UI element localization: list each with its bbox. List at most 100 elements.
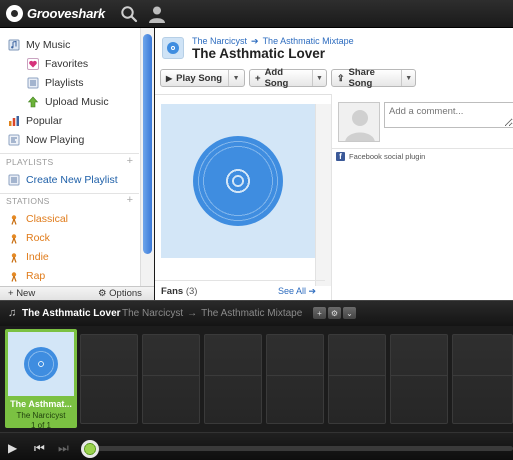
music-note-icon: ♫	[8, 307, 17, 319]
gear-icon: ⚙	[98, 288, 107, 299]
gear-icon[interactable]: ⚙	[328, 307, 341, 319]
queue: The Asthmat... The Narcicyst 1 of 1	[0, 326, 513, 432]
facebook-icon: f	[336, 152, 345, 161]
station-classical[interactable]: Classical	[8, 209, 68, 228]
share-icon: ⇪	[337, 72, 345, 83]
progress-bar[interactable]	[82, 446, 513, 451]
user-icon[interactable]	[147, 4, 167, 24]
now-playing-icon	[8, 134, 20, 145]
popular-chart-icon	[9, 115, 19, 126]
queue-empty-slot	[142, 334, 200, 424]
new-playlist-icon	[8, 174, 20, 185]
next-icon[interactable]: ⏭	[58, 441, 69, 456]
queue-empty-slot	[204, 334, 262, 424]
chevron-down-icon[interactable]: ⌄	[343, 307, 356, 319]
station-rap[interactable]: Rap	[8, 266, 45, 285]
progress-scrubber[interactable]	[81, 440, 99, 458]
now-playing-meta: The Narcicyst → The Asthmatic Mixtape	[122, 308, 302, 319]
add-song-button[interactable]: + Add Song ▼	[249, 67, 327, 89]
see-all-link[interactable]: See All ➔	[278, 286, 316, 297]
play-song-button[interactable]: ▶ Play Song ▼	[160, 69, 245, 87]
facebook-plugin[interactable]: f Facebook social plugin	[332, 148, 513, 164]
previous-icon[interactable]: ⏮	[34, 441, 45, 456]
playlist-icon	[27, 77, 39, 88]
radio-tower-icon	[11, 233, 17, 244]
options-label: Options	[109, 288, 142, 299]
sidebar-item-label: Favorites	[45, 57, 89, 70]
stations-heading: STATIONS	[6, 196, 50, 206]
music-library-icon	[8, 39, 20, 50]
sidebar-item-now-playing[interactable]: Now Playing	[8, 130, 84, 149]
now-playing-album[interactable]: The Asthmatic Mixtape	[201, 308, 302, 319]
play-icon[interactable]: ▶	[8, 441, 17, 455]
facebook-plugin-label: Facebook social plugin	[349, 152, 426, 161]
queue-empty-slot	[328, 334, 386, 424]
radio-tower-icon	[11, 214, 17, 225]
breadcrumb-artist-link[interactable]: The Narcicyst	[192, 36, 247, 46]
station-label: Rap	[26, 269, 46, 282]
queue-song-title: The Asthmat...	[10, 399, 72, 409]
arrow-icon: →	[187, 308, 198, 319]
fans-label: Fans	[161, 286, 184, 297]
comment-input[interactable]	[384, 102, 513, 128]
song-page: The Narcicyst ➔ The Asthmatic Mixtape The …	[155, 28, 513, 300]
queue-item-active[interactable]: The Asthmat... The Narcicyst 1 of 1	[5, 329, 77, 430]
breadcrumb-album-link[interactable]: The Asthmatic Mixtape	[263, 36, 354, 46]
divider	[0, 153, 139, 154]
chevron-down-icon[interactable]: ▼	[228, 70, 243, 86]
vinyl-record-icon	[24, 347, 58, 381]
upload-icon	[27, 96, 39, 107]
see-all-label: See All	[278, 286, 307, 296]
station-indie[interactable]: Indie	[8, 247, 49, 266]
fans-count: (3)	[185, 286, 198, 297]
new-button[interactable]: + New	[8, 288, 35, 299]
station-label: Rock	[26, 231, 50, 244]
content-scrollbar[interactable]	[315, 104, 331, 286]
now-playing-song[interactable]: The Asthmatic Lover	[22, 308, 121, 319]
options-button[interactable]: ⚙ Options	[98, 288, 142, 299]
now-playing-artist[interactable]: The Narcicyst	[122, 308, 183, 319]
sidebar-item-label: My Music	[26, 38, 71, 51]
add-playlist-plus-icon[interactable]: +	[127, 155, 133, 167]
station-label: Indie	[26, 250, 49, 263]
create-playlist-label: Create New Playlist	[26, 173, 118, 186]
queue-empty-slot	[80, 334, 138, 424]
sidebar-item-playlists[interactable]: Playlists	[27, 73, 84, 92]
add-to-queue-button[interactable]: +	[313, 307, 326, 319]
vinyl-record-icon	[193, 136, 283, 226]
breadcrumb-arrow-icon: ➔	[251, 36, 259, 46]
sidebar-item-favorites[interactable]: Favorites	[27, 54, 88, 73]
heart-icon	[27, 57, 39, 70]
fans-row: Fans (3) See All ➔	[155, 280, 325, 300]
divider	[0, 193, 139, 194]
song-disc-icon	[162, 37, 184, 59]
share-song-button[interactable]: ⇪ Share Song ▼	[331, 67, 416, 89]
radio-tower-icon	[11, 252, 17, 263]
sidebar-scroll-thumb[interactable]	[143, 34, 152, 254]
queue-album-art	[8, 332, 74, 396]
playlists-heading: PLAYLISTS	[6, 157, 54, 167]
queue-empty-slot	[390, 334, 448, 424]
share-song-label: Share Song	[348, 67, 375, 89]
sidebar-footer: + New ⚙ Options	[0, 286, 154, 300]
add-station-plus-icon[interactable]: +	[127, 194, 133, 206]
grooveshark-logo[interactable]: Grooveshark	[6, 5, 105, 22]
sidebar-item-my-music[interactable]: My Music	[8, 35, 70, 54]
create-playlist-link[interactable]: Create New Playlist	[8, 170, 118, 189]
search-icon[interactable]	[120, 5, 138, 23]
logo-icon	[6, 5, 23, 22]
sidebar-item-label: Playlists	[45, 76, 84, 89]
user-silhouette-icon	[345, 110, 375, 141]
sidebar-scrollbar[interactable]	[140, 28, 154, 286]
sidebar-item-upload-music[interactable]: Upload Music	[27, 92, 109, 111]
avatar	[338, 102, 380, 142]
play-icon: ▶	[166, 73, 173, 83]
queue-position: 1 of 1	[30, 421, 51, 430]
sidebar-item-popular[interactable]: Popular	[8, 111, 62, 130]
player-controls: ▶ ⏮ ⏭	[0, 432, 513, 460]
plus-icon: +	[255, 72, 261, 84]
station-rock[interactable]: Rock	[8, 228, 50, 247]
sidebar-item-label: Popular	[26, 114, 63, 127]
chevron-down-icon[interactable]: ▼	[401, 70, 415, 86]
chevron-down-icon[interactable]: ▼	[311, 70, 326, 86]
